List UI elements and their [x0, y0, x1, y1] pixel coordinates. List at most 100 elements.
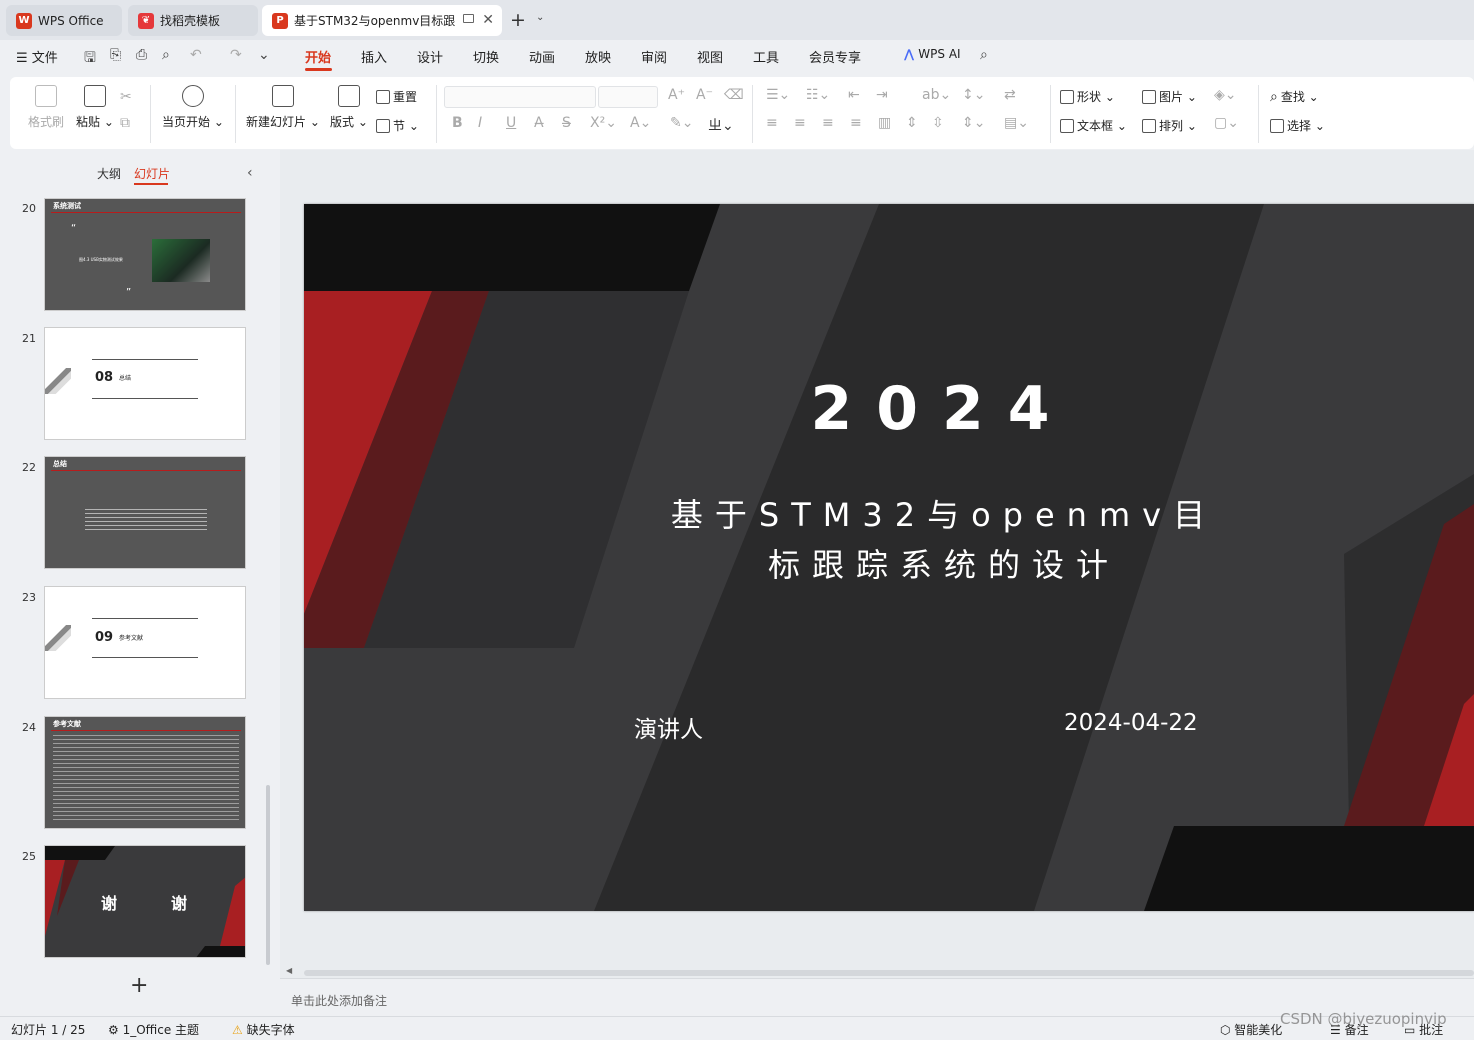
- superscript-icon[interactable]: X²⌄: [590, 115, 617, 131]
- align-left-icon[interactable]: ≡: [766, 115, 778, 131]
- justify-icon[interactable]: ≡: [850, 115, 862, 131]
- format-painter-button[interactable]: 格式刷: [28, 85, 64, 130]
- menu-file[interactable]: ☰ 文件: [16, 47, 58, 66]
- panel-scrollbar[interactable]: [266, 785, 270, 965]
- tab-current-presentation[interactable]: P 基于STM32与openmv目标跟 ✕: [262, 5, 502, 36]
- strikethrough-icon[interactable]: A̶: [534, 115, 544, 131]
- bold-icon[interactable]: B: [452, 115, 463, 131]
- tab-outline[interactable]: 大纲: [97, 165, 121, 182]
- textbox-button[interactable]: 文本框 ⌄: [1060, 117, 1127, 134]
- slide-title-line1[interactable]: 基于STM32与openmv目: [584, 490, 1304, 536]
- phonetic-icon[interactable]: ㄓ⌄: [708, 115, 734, 135]
- line-spacing-icon[interactable]: ⇕: [906, 115, 918, 131]
- menu-insert[interactable]: 插入: [361, 47, 387, 66]
- slide-title-line2[interactable]: 标跟踪系统的设计: [584, 540, 1304, 586]
- tab-slides[interactable]: 幻灯片: [134, 165, 170, 182]
- slide-date[interactable]: 2024-04-22: [1064, 710, 1224, 736]
- print-preview-icon[interactable]: ⌕: [162, 47, 170, 63]
- undo-icon[interactable]: ↶: [190, 47, 202, 63]
- current-slide[interactable]: 2024 基于STM32与openmv目 标跟踪系统的设计 演讲人 2024-0…: [304, 204, 1474, 911]
- layout-button[interactable]: 版式 ⌄: [330, 85, 368, 130]
- slide-thumbnail-21[interactable]: 08 总结: [44, 327, 246, 440]
- sort-icon[interactable]: ↕⌄: [962, 87, 985, 103]
- slide-presenter[interactable]: 演讲人: [634, 710, 734, 744]
- print-icon[interactable]: ⎙: [136, 47, 147, 63]
- slide-thumbnail-23[interactable]: 09 参考文献: [44, 586, 246, 699]
- find-button[interactable]: ⌕ 查找 ⌄: [1270, 88, 1319, 105]
- distribute-icon[interactable]: ▥: [878, 115, 891, 131]
- section-title: 参考文献: [119, 635, 144, 642]
- copy-icon[interactable]: ⧉: [120, 115, 130, 131]
- reset-button[interactable]: 重置: [376, 88, 417, 105]
- slide-thumbnail-24[interactable]: 参考文献: [44, 716, 246, 829]
- decrease-font-icon[interactable]: A⁻: [696, 87, 713, 103]
- wps-ai-button[interactable]: ⋀ WPS AI: [904, 47, 961, 61]
- menu-animation[interactable]: 动画: [529, 47, 555, 66]
- slide-thumbnail-20[interactable]: 系统测试 “ 图4.3 USB实物测试效果 ”: [44, 198, 246, 311]
- bullet-list-icon[interactable]: ☰⌄: [766, 87, 790, 103]
- text-align-vertical-icon[interactable]: ⇕⌄: [962, 115, 985, 131]
- menu-slideshow[interactable]: 放映: [585, 47, 611, 66]
- shape-button[interactable]: 形状 ⌄: [1060, 88, 1115, 105]
- highlight-icon[interactable]: ✎⌄: [670, 115, 693, 131]
- quote-close-icon: ”: [126, 287, 132, 298]
- search-icon[interactable]: ⌕: [980, 47, 988, 63]
- close-icon[interactable]: ✕: [482, 12, 494, 28]
- export-icon[interactable]: ⎘: [110, 47, 121, 63]
- picture-button[interactable]: 图片 ⌄: [1142, 88, 1197, 105]
- scroll-left-icon[interactable]: ◀: [286, 966, 292, 975]
- slide-year[interactable]: 2024: [722, 374, 1162, 444]
- chevron-down-icon[interactable]: ⌄: [258, 47, 270, 63]
- increase-indent-icon[interactable]: ⇥: [876, 87, 888, 103]
- shadow-icon[interactable]: S̶: [562, 115, 571, 131]
- menu-home[interactable]: 开始: [305, 47, 331, 66]
- font-size-select[interactable]: [598, 86, 658, 108]
- new-slide-button[interactable]: 新建幻灯片 ⌄: [246, 85, 320, 130]
- underline-icon[interactable]: U: [506, 115, 516, 131]
- beautify-button[interactable]: ⬡ 智能美化: [1220, 1021, 1282, 1038]
- chevron-down-icon[interactable]: ⌄: [536, 12, 544, 23]
- align-right-icon[interactable]: ≡: [822, 115, 834, 131]
- select-button[interactable]: 选择 ⌄: [1270, 117, 1325, 134]
- outline-icon[interactable]: ▢⌄: [1214, 115, 1239, 131]
- play-from-current-button[interactable]: 当页开始 ⌄: [162, 85, 224, 130]
- missing-font-indicator[interactable]: ⚠ 缺失字体: [232, 1021, 295, 1038]
- font-color-icon[interactable]: A⌄: [630, 115, 651, 131]
- redo-icon[interactable]: ↷: [230, 47, 242, 63]
- save-icon[interactable]: 🖫: [84, 47, 96, 71]
- paste-button[interactable]: 粘贴 ⌄: [76, 85, 114, 130]
- add-slide-plus-icon[interactable]: +: [130, 973, 148, 998]
- clear-format-icon[interactable]: ⌫: [724, 87, 744, 103]
- font-family-select[interactable]: [444, 86, 596, 108]
- slide-thumbnail-25[interactable]: 谢 谢: [44, 845, 246, 958]
- cut-icon[interactable]: ✂: [120, 89, 132, 105]
- italic-icon[interactable]: I: [478, 115, 482, 131]
- new-tab-plus-icon[interactable]: +: [510, 9, 526, 31]
- menu-member[interactable]: 会员专享: [809, 47, 861, 66]
- shape-label: 形状 ⌄: [1077, 90, 1115, 104]
- numbered-list-icon[interactable]: ☷⌄: [806, 87, 830, 103]
- slide-thumbnail-22[interactable]: 总结: [44, 456, 246, 569]
- arrange-icon: [1142, 118, 1156, 133]
- menu-transition[interactable]: 切换: [473, 47, 499, 66]
- tab-wps-office[interactable]: W WPS Office: [6, 5, 122, 36]
- tab-docer-templates[interactable]: ❦ 找稻壳模板: [128, 5, 258, 36]
- menu-review[interactable]: 审阅: [641, 47, 667, 66]
- paragraph-spacing-icon[interactable]: ⇳: [932, 115, 944, 131]
- theme-indicator[interactable]: ⚙ 1_Office 主题: [108, 1021, 199, 1038]
- text-direction-icon[interactable]: ab⌄: [922, 87, 951, 103]
- menu-design[interactable]: 设计: [417, 47, 443, 66]
- decrease-indent-icon[interactable]: ⇤: [848, 87, 860, 103]
- chevron-left-icon[interactable]: ‹: [247, 165, 253, 181]
- thumbnail-line: [92, 359, 198, 360]
- convert-icon[interactable]: ⇄: [1004, 87, 1016, 103]
- fill-icon[interactable]: ◈⌄: [1214, 87, 1237, 103]
- section-button[interactable]: 节 ⌄: [376, 117, 419, 134]
- columns-icon[interactable]: ▤⌄: [1004, 115, 1029, 131]
- menu-tools[interactable]: 工具: [753, 47, 779, 66]
- menu-view[interactable]: 视图: [697, 47, 723, 66]
- increase-font-icon[interactable]: A⁺: [668, 87, 685, 103]
- arrange-button[interactable]: 排列 ⌄: [1142, 117, 1197, 134]
- canvas-horizontal-scrollbar[interactable]: [304, 970, 1474, 976]
- align-center-icon[interactable]: ≡: [794, 115, 806, 131]
